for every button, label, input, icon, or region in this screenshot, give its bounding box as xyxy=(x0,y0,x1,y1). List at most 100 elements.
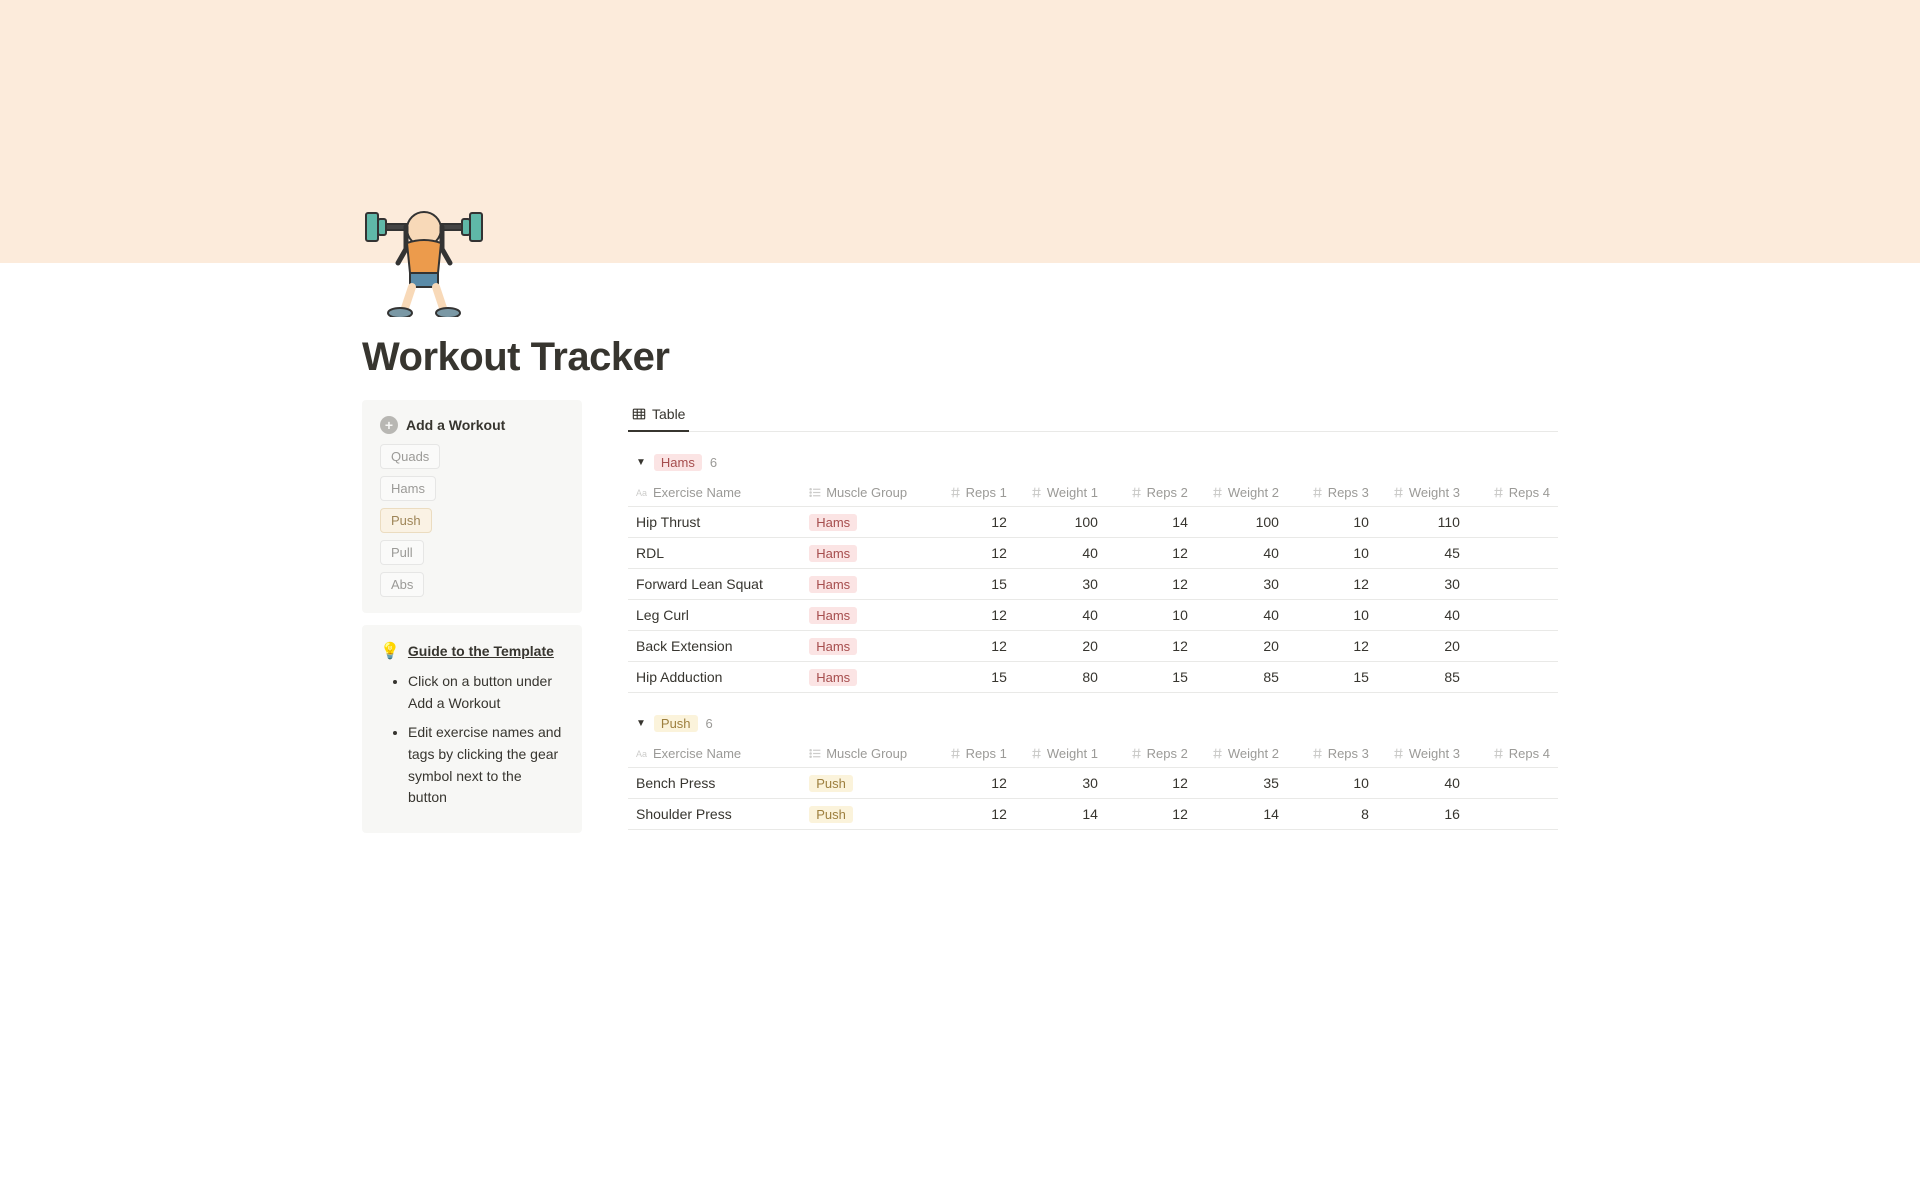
cell-value[interactable]: 20 xyxy=(1377,631,1468,662)
table-row[interactable]: Back ExtensionHams122012201220 xyxy=(628,631,1558,662)
cell-value[interactable] xyxy=(1468,600,1558,631)
cell-value[interactable]: 12 xyxy=(1106,538,1196,569)
column-header[interactable]: Muscle Group xyxy=(801,740,925,768)
cell-value[interactable]: 100 xyxy=(1196,507,1287,538)
workout-button-abs[interactable]: Abs xyxy=(380,572,424,597)
table-row[interactable]: Hip ThrustHams121001410010110 xyxy=(628,507,1558,538)
column-header[interactable]: Reps 4 xyxy=(1468,479,1558,507)
cell-value[interactable]: 12 xyxy=(1106,631,1196,662)
cell-value[interactable]: 10 xyxy=(1287,600,1377,631)
table-row[interactable]: Shoulder PressPush12141214816 xyxy=(628,799,1558,830)
page-icon-weightlifter[interactable] xyxy=(362,193,486,317)
column-header[interactable]: Reps 4 xyxy=(1468,740,1558,768)
cell-value[interactable] xyxy=(1468,768,1558,799)
cell-value[interactable]: 14 xyxy=(1015,799,1106,830)
cell-value[interactable]: 12 xyxy=(1106,799,1196,830)
cell-value[interactable]: 12 xyxy=(1287,569,1377,600)
table-row[interactable]: Forward Lean SquatHams153012301230 xyxy=(628,569,1558,600)
cell-value[interactable]: 30 xyxy=(1377,569,1468,600)
cell-exercise-name[interactable]: Back Extension xyxy=(628,631,801,662)
cell-value[interactable] xyxy=(1468,569,1558,600)
cell-value[interactable]: 15 xyxy=(925,662,1015,693)
cell-value[interactable]: 10 xyxy=(1287,507,1377,538)
cell-value[interactable] xyxy=(1468,538,1558,569)
cell-value[interactable]: 10 xyxy=(1106,600,1196,631)
page-title[interactable]: Workout Tracker xyxy=(362,263,1558,400)
cell-value[interactable]: 40 xyxy=(1015,538,1106,569)
cell-value[interactable]: 10 xyxy=(1287,768,1377,799)
workout-button-pull[interactable]: Pull xyxy=(380,540,424,565)
cell-exercise-name[interactable]: Hip Thrust xyxy=(628,507,801,538)
cell-value[interactable]: 15 xyxy=(1106,662,1196,693)
column-header[interactable]: Reps 2 xyxy=(1106,479,1196,507)
caret-down-icon[interactable]: ▼ xyxy=(636,718,646,729)
column-header[interactable]: Weight 1 xyxy=(1015,740,1106,768)
cell-value[interactable] xyxy=(1468,631,1558,662)
cell-value[interactable]: 40 xyxy=(1196,538,1287,569)
cell-value[interactable]: 30 xyxy=(1015,768,1106,799)
column-header[interactable]: AaExercise Name xyxy=(628,479,801,507)
cell-exercise-name[interactable]: Hip Adduction xyxy=(628,662,801,693)
cell-value[interactable]: 12 xyxy=(925,538,1015,569)
table-row[interactable]: Leg CurlHams124010401040 xyxy=(628,600,1558,631)
column-header[interactable]: Reps 3 xyxy=(1287,479,1377,507)
table-row[interactable]: RDLHams124012401045 xyxy=(628,538,1558,569)
column-header[interactable]: Reps 1 xyxy=(925,740,1015,768)
cell-value[interactable]: 110 xyxy=(1377,507,1468,538)
cell-value[interactable]: 100 xyxy=(1015,507,1106,538)
cell-muscle-group[interactable]: Hams xyxy=(801,538,925,569)
cell-muscle-group[interactable]: Hams xyxy=(801,600,925,631)
cell-value[interactable]: 30 xyxy=(1015,569,1106,600)
cell-muscle-group[interactable]: Push xyxy=(801,799,925,830)
cell-exercise-name[interactable]: Shoulder Press xyxy=(628,799,801,830)
cell-value[interactable]: 85 xyxy=(1196,662,1287,693)
cell-value[interactable]: 12 xyxy=(1287,631,1377,662)
cell-value[interactable]: 12 xyxy=(925,507,1015,538)
cell-value[interactable]: 35 xyxy=(1196,768,1287,799)
cell-value[interactable]: 10 xyxy=(1287,538,1377,569)
cell-value[interactable]: 14 xyxy=(1106,507,1196,538)
column-header[interactable]: Weight 3 xyxy=(1377,740,1468,768)
column-header[interactable]: Reps 2 xyxy=(1106,740,1196,768)
cell-value[interactable] xyxy=(1468,799,1558,830)
column-header[interactable]: Reps 1 xyxy=(925,479,1015,507)
cell-value[interactable]: 12 xyxy=(1106,768,1196,799)
cell-value[interactable] xyxy=(1468,507,1558,538)
cell-value[interactable]: 12 xyxy=(925,631,1015,662)
column-header[interactable]: Weight 2 xyxy=(1196,740,1287,768)
cell-exercise-name[interactable]: Bench Press xyxy=(628,768,801,799)
cell-value[interactable]: 12 xyxy=(925,768,1015,799)
workout-button-push[interactable]: Push xyxy=(380,508,432,533)
column-header[interactable]: Weight 2 xyxy=(1196,479,1287,507)
cell-value[interactable]: 40 xyxy=(1377,600,1468,631)
cell-muscle-group[interactable]: Hams xyxy=(801,507,925,538)
table-row[interactable]: Bench PressPush123012351040 xyxy=(628,768,1558,799)
column-header[interactable]: AaExercise Name xyxy=(628,740,801,768)
cell-value[interactable]: 20 xyxy=(1015,631,1106,662)
cell-value[interactable]: 40 xyxy=(1196,600,1287,631)
cell-value[interactable]: 12 xyxy=(925,600,1015,631)
cell-muscle-group[interactable]: Hams xyxy=(801,662,925,693)
cell-value[interactable]: 15 xyxy=(1287,662,1377,693)
column-header[interactable]: Weight 3 xyxy=(1377,479,1468,507)
cell-muscle-group[interactable]: Push xyxy=(801,768,925,799)
cell-value[interactable]: 30 xyxy=(1196,569,1287,600)
cell-value[interactable]: 40 xyxy=(1377,768,1468,799)
cell-value[interactable]: 80 xyxy=(1015,662,1106,693)
group-tag[interactable]: Hams xyxy=(654,454,702,471)
cell-value[interactable]: 85 xyxy=(1377,662,1468,693)
cell-value[interactable]: 14 xyxy=(1196,799,1287,830)
cell-value[interactable]: 8 xyxy=(1287,799,1377,830)
workout-button-hams[interactable]: Hams xyxy=(380,476,436,501)
cell-value[interactable]: 12 xyxy=(925,799,1015,830)
column-header[interactable]: Muscle Group xyxy=(801,479,925,507)
table-row[interactable]: Hip AdductionHams158015851585 xyxy=(628,662,1558,693)
cell-muscle-group[interactable]: Hams xyxy=(801,569,925,600)
cell-value[interactable]: 12 xyxy=(1106,569,1196,600)
cell-value[interactable]: 45 xyxy=(1377,538,1468,569)
cell-value[interactable]: 16 xyxy=(1377,799,1468,830)
tab-table[interactable]: Table xyxy=(628,400,689,432)
column-header[interactable]: Weight 1 xyxy=(1015,479,1106,507)
column-header[interactable]: Reps 3 xyxy=(1287,740,1377,768)
cell-exercise-name[interactable]: RDL xyxy=(628,538,801,569)
